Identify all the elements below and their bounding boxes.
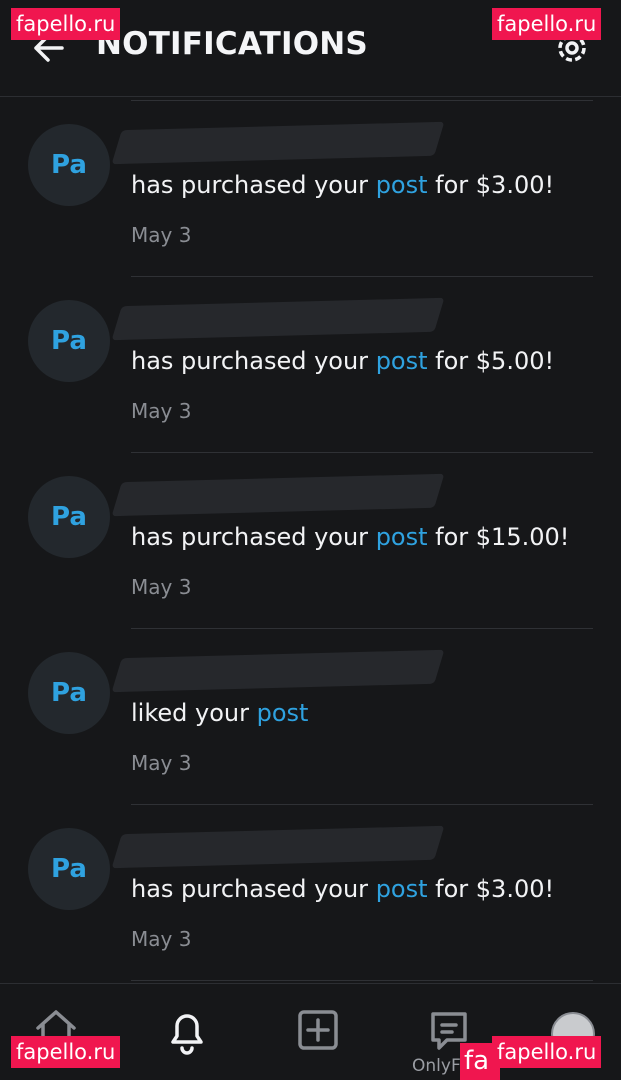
notification-message: has purchased your post for $3.00! (131, 171, 554, 199)
watermark: fapello.ru (492, 1036, 602, 1068)
nav-notifications-button[interactable] (161, 1004, 213, 1056)
add-post-icon (298, 1010, 338, 1050)
message-text: has purchased your (131, 171, 376, 199)
notification-message: has purchased your post for $5.00! (131, 347, 554, 375)
message-amount: for $3.00! (427, 875, 555, 903)
post-link[interactable]: post (376, 347, 428, 375)
notification-message: has purchased your post for $3.00! (131, 875, 554, 903)
message-amount: for $5.00! (427, 347, 555, 375)
avatar[interactable]: Pa (28, 652, 110, 734)
watermark: fapello.ru (11, 8, 121, 40)
avatar[interactable]: Pa (28, 828, 110, 910)
message-text: has purchased your (131, 523, 376, 551)
notification-date: May 3 (131, 927, 192, 951)
notification-date: May 3 (131, 223, 192, 247)
avatar[interactable]: Pa (28, 300, 110, 382)
divider (131, 980, 593, 981)
notification-date: May 3 (131, 399, 192, 423)
notification-item[interactable]: Pa has purchased your post for $5.00! Ma… (0, 276, 621, 451)
notification-date: May 3 (131, 575, 192, 599)
post-link[interactable]: post (376, 523, 428, 551)
notification-item[interactable]: Pa liked your post May 3 (0, 628, 621, 803)
notification-message: liked your post (131, 699, 308, 727)
brand-text: OnlyF (412, 1056, 461, 1076)
message-text: has purchased your (131, 875, 376, 903)
message-amount: for $15.00! (427, 523, 570, 551)
nav-add-post-button[interactable] (292, 1004, 344, 1056)
watermark: fapello.ru (492, 8, 602, 40)
redacted-username (111, 473, 445, 517)
redacted-username (111, 297, 445, 341)
message-amount: for $3.00! (427, 171, 555, 199)
watermark: fapello.ru (11, 1036, 121, 1068)
notification-message: has purchased your post for $15.00! (131, 523, 569, 551)
avatar[interactable]: Pa (28, 476, 110, 558)
notification-item[interactable]: Pa has purchased your post for $3.00! Ma… (0, 804, 621, 979)
message-text: has purchased your (131, 347, 376, 375)
redacted-username (111, 825, 445, 869)
post-link[interactable]: post (376, 875, 428, 903)
avatar[interactable]: Pa (28, 124, 110, 206)
message-text: liked your (131, 699, 257, 727)
bell-icon (171, 1014, 203, 1055)
page-title: NOTIFICATIONS (96, 26, 368, 62)
notification-date: May 3 (131, 751, 192, 775)
redacted-username (111, 649, 445, 693)
post-link[interactable]: post (376, 171, 428, 199)
post-link[interactable]: post (257, 699, 309, 727)
notification-item[interactable]: Pa has purchased your post for $15.00! M… (0, 452, 621, 627)
notification-item[interactable]: Pa has purchased your post for $3.00! Ma… (0, 100, 621, 275)
redacted-username (111, 121, 445, 165)
notifications-screen: NOTIFICATIONS Pa has purchased your post… (0, 0, 621, 1080)
